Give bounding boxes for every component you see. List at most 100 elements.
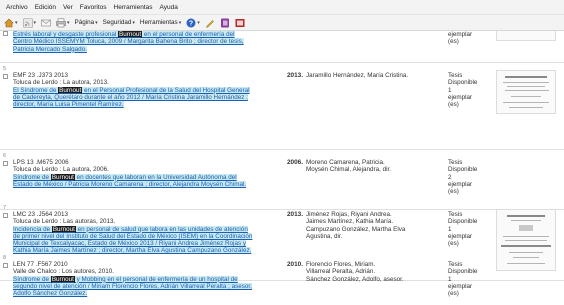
title-text: Incidencia de (13, 225, 52, 233)
availability: Tesis Disponible 1 ejemplar (es) (448, 261, 490, 297)
author: Jaimes Martínez, Kathia María. (306, 218, 394, 226)
page-menu[interactable]: Página ▾ (75, 19, 98, 26)
availability: Tesis Disponible 2 ejemplar (es) (448, 159, 490, 195)
mail-button[interactable] (41, 18, 51, 28)
record-4: Estrés laboral y desgaste profesional Bu… (0, 31, 564, 61)
author: Jaramillo Hernández, María Cristina. (306, 72, 409, 79)
title-text: Síndrome de (13, 173, 51, 181)
tools-menu[interactable]: Herramientas ▾ (140, 19, 181, 26)
title-text: Síndrome de (13, 275, 51, 283)
select-checkbox[interactable] (3, 263, 8, 268)
record-title-link[interactable]: Estrés laboral y desgaste profesional Bu… (13, 31, 244, 53)
menu-ayuda[interactable]: Ayuda (160, 4, 178, 11)
svg-text:?: ? (189, 20, 193, 27)
menu-archivo[interactable]: Archivo (6, 4, 28, 11)
availability-line: 1 (448, 275, 452, 283)
availability-line: ejemplar (448, 31, 473, 38)
research-button[interactable] (205, 18, 215, 28)
menu-favoritos[interactable]: Favoritos (80, 4, 107, 11)
feeds-button[interactable]: ▾ (22, 17, 37, 28)
record-title-link[interactable]: Síndrome de Burnout en docentes que labo… (13, 173, 247, 188)
record-number: 6 (3, 153, 7, 159)
availability-line: ejemplar (448, 180, 473, 188)
availability-line: 1 (448, 86, 452, 94)
divider (0, 62, 564, 63)
select-checkbox[interactable] (3, 213, 8, 218)
author: Jiménez Rojas, Riyani Andrea. (306, 211, 392, 218)
record-title: El Síndrome de Burnout en el Personal Pr… (13, 86, 255, 109)
record-thumbnail[interactable] (496, 31, 556, 41)
page-menu-label: Página (74, 19, 95, 26)
record-number: 5 (3, 66, 7, 72)
menu-ver[interactable]: Ver (63, 4, 73, 11)
availability-line: (es) (448, 240, 459, 248)
send-button[interactable] (235, 18, 245, 28)
record-title-link[interactable]: Síndrome de Burnout y Mobbing en el pers… (13, 275, 252, 298)
availability-line: Tesis (448, 261, 463, 268)
availability-line: Tesis (448, 159, 463, 166)
record-authors: Jiménez Rojas, Riyani Andrea. Jaimes Mar… (306, 211, 428, 240)
blog-icon (235, 18, 245, 27)
record-authors: Jaramillo Hernández, María Cristina. (306, 72, 428, 79)
call-number: EMF 23 .J373 2013 (13, 72, 68, 79)
record-number: 8 (3, 255, 7, 261)
search-term-highlight: Burnout (50, 173, 75, 181)
record-title-link[interactable]: Incidencia de Burnout en personal de sal… (13, 225, 253, 255)
availability: ejemplar (es) (448, 31, 490, 46)
call-number: LEN 77 .F567 2010 (13, 261, 68, 268)
availability-line: (es) (448, 188, 459, 196)
availability-line: (es) (448, 38, 459, 46)
results-list: Estrés laboral y desgaste profesional Bu… (0, 31, 564, 305)
record-body: LMC 23 .J564 2013 Toluca de Lerdo : Las … (13, 211, 255, 255)
select-checkbox[interactable] (3, 31, 8, 36)
availability-line: Disponible (448, 79, 478, 87)
record-authors: Moreno Camarena, Patricia. Moysén Chimal… (306, 159, 428, 174)
menu-herramientas[interactable]: Herramientas (114, 4, 153, 11)
record-body: LEN 77 .F567 2010 Valle de Chalco : Los … (13, 261, 255, 298)
record-title: Síndrome de Burnout en docentes que labo… (13, 173, 255, 189)
record-6: 6 LPS 13 .M675 2006 Toluca de Lerdo : La… (0, 151, 564, 206)
security-menu[interactable]: Seguridad ▾ (103, 19, 135, 26)
print-button[interactable]: ▾ (56, 18, 70, 28)
author: Villarreal Peralta, Adrián. (306, 268, 376, 276)
availability-line: Disponible (448, 218, 478, 226)
tools-menu-label: Herramientas (139, 19, 178, 26)
chevron-down-icon: ▾ (95, 19, 98, 26)
menu-edicion[interactable]: Edición (35, 4, 56, 11)
availability-line: ejemplar (448, 232, 473, 240)
onenote-button[interactable] (220, 18, 230, 28)
home-icon (4, 18, 14, 27)
title-text: Estrés laboral y desgaste profesional (13, 31, 119, 38)
search-term-highlight: Burnout (51, 225, 76, 233)
record-title-link[interactable]: El Síndrome de Burnout en el Personal Pr… (13, 86, 250, 109)
print-icon (56, 18, 66, 27)
record-year: 2006. (287, 159, 303, 166)
author: Moreno Camarena, Patricia. (306, 159, 385, 166)
feeds-icon (22, 17, 33, 28)
chevron-down-icon: ▾ (15, 19, 18, 26)
select-checkbox[interactable] (3, 161, 8, 166)
title-text: El Síndrome de (13, 86, 59, 94)
availability-line: ejemplar (448, 93, 473, 101)
publication: Valle de Chalco : Los autores, 2010. (13, 268, 115, 276)
availability-line: Disponible (448, 166, 478, 174)
help-icon: ? (186, 18, 196, 27)
security-menu-label: Seguridad (102, 19, 132, 26)
search-term-highlight: Burnout (118, 31, 143, 38)
record-thumbnail[interactable] (496, 70, 556, 114)
availability-line: (es) (448, 290, 459, 298)
help-button[interactable]: ? ▾ (186, 18, 200, 28)
record-title: Incidencia de Burnout en personal de sal… (13, 225, 255, 255)
record-year: 2010. (287, 261, 303, 268)
chevron-down-icon: ▾ (132, 19, 135, 26)
home-button[interactable]: ▾ (4, 18, 18, 28)
record-body: EMF 23 .J373 2013 Toluca de Lerdo : La a… (13, 72, 255, 109)
select-checkbox[interactable] (3, 74, 8, 79)
chevron-down-icon: ▾ (197, 19, 200, 26)
chevron-down-icon: ▾ (33, 19, 37, 26)
menu-bar: Archivo Edición Ver Favoritos Herramient… (0, 0, 564, 15)
availability-line: Tesis (448, 211, 463, 218)
availability: Tesis Disponible 1 ejemplar (es) (448, 72, 490, 108)
record-year: 2013. (287, 211, 303, 218)
availability-line: 1 (448, 225, 452, 233)
